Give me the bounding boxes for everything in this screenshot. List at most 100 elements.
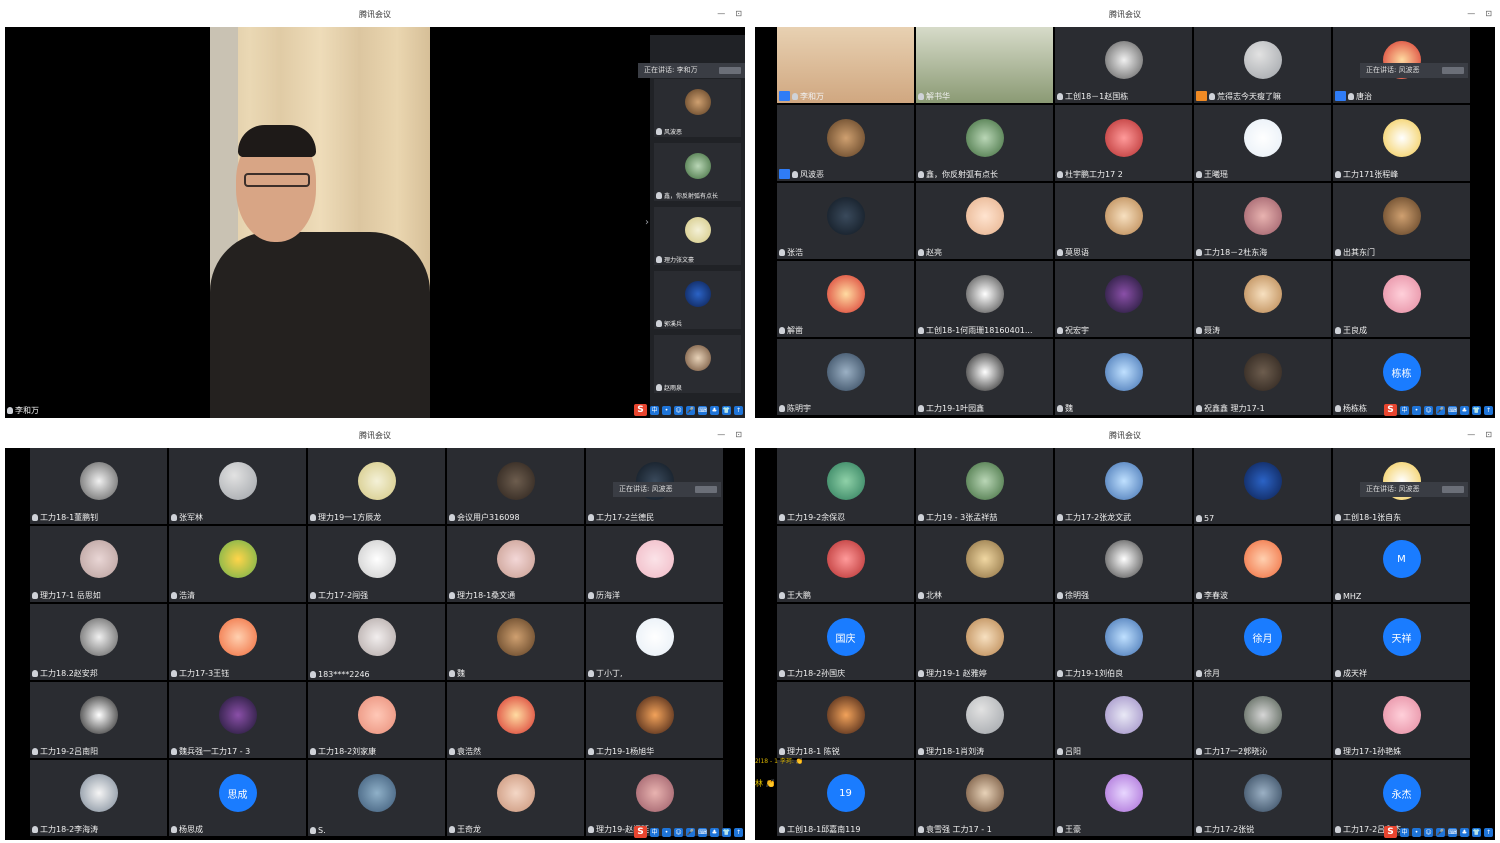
participant-tile[interactable]: 魏兵强一工力17 - 3 xyxy=(169,682,306,758)
participant-tile[interactable]: 风波恶 xyxy=(777,105,914,181)
participant-tile[interactable]: 张军林 xyxy=(169,448,306,524)
participant-tile[interactable]: 李春波 xyxy=(1194,526,1331,602)
participant-tile[interactable]: 工力19-1杨旭华 xyxy=(586,682,723,758)
participant-tile[interactable]: 工创18-1何雨珊18160401... xyxy=(916,261,1053,337)
participant-tile[interactable]: 魏 xyxy=(447,604,584,680)
ime-toolbar[interactable]: S 中 • ☺ 🎤 ⌨ ♣ 👕 ↑ xyxy=(1384,825,1493,839)
participant-tile[interactable]: 袁雪强 工力17 - 1 xyxy=(916,760,1053,836)
maximize-button[interactable]: ⊡ xyxy=(1485,9,1492,18)
participant-tile[interactable]: 理力18-1桑文通 xyxy=(447,526,584,602)
participant-tile[interactable]: 王大鹏 xyxy=(777,526,914,602)
participant-tile[interactable]: 183****2246 xyxy=(308,604,445,680)
participant-tile[interactable]: 工力19-2余保忍 xyxy=(777,448,914,524)
participant-tile[interactable]: 鑫，你反射弧有点长 xyxy=(916,105,1053,181)
participant-tile[interactable]: 杜宇鹏工力17 2 xyxy=(1055,105,1192,181)
participant-tile[interactable]: 工力17-2闯强 xyxy=(308,526,445,602)
participant-tile[interactable]: 解凿 xyxy=(777,261,914,337)
participant-avatar xyxy=(684,217,711,243)
participant-tile[interactable]: 袁浩然 xyxy=(447,682,584,758)
participant-tile[interactable]: 王良成 xyxy=(1333,261,1470,337)
participant-tile[interactable]: 出其东门 xyxy=(1333,183,1470,259)
participant-tile[interactable]: 19 工创18-1邱嘉南119 xyxy=(777,760,914,836)
participant-tile[interactable]: 理力19一1方辰龙 xyxy=(308,448,445,524)
participant-name: 理力19一1方辰龙 xyxy=(310,512,381,523)
participant-tile[interactable]: 57 xyxy=(1194,448,1331,524)
participant-avatar: 天祥 xyxy=(1382,618,1421,656)
mic-icon xyxy=(1209,93,1215,100)
minimize-button[interactable]: — xyxy=(1467,430,1475,439)
participant-tile[interactable]: 陈明宇 xyxy=(777,339,914,415)
participant-tile[interactable]: 祝鑫鑫 理力17-1 xyxy=(1194,339,1331,415)
participant-tile[interactable]: 会议用户316098 xyxy=(447,448,584,524)
participant-tile[interactable]: 工力18.2赵安邦 xyxy=(30,604,167,680)
participant-tile[interactable]: M MHZ xyxy=(1333,526,1470,602)
participant-tile[interactable]: 理力18-1 陈锐 xyxy=(777,682,914,758)
participant-tile[interactable]: 赵亮 xyxy=(916,183,1053,259)
minimize-button[interactable]: — xyxy=(717,430,725,439)
sidebar-participant-tile[interactable]: 郭溪兵 xyxy=(654,271,741,329)
participant-tile[interactable]: 工力17-2张龙文武 xyxy=(1055,448,1192,524)
participant-name: 工力18-2孙国庆 xyxy=(779,668,845,679)
maximize-button[interactable]: ⊡ xyxy=(735,430,742,439)
participant-tile[interactable]: 国庆 工力18-2孙国庆 xyxy=(777,604,914,680)
participant-tile[interactable]: 理力18-1肖刘涛 xyxy=(916,682,1053,758)
participant-name: 魏兵强一工力17 - 3 xyxy=(171,746,250,757)
participant-tile[interactable]: 祝宏宇 xyxy=(1055,261,1192,337)
participant-tile[interactable]: 工力18－2杜东海 xyxy=(1194,183,1331,259)
participant-tile[interactable]: 张浩 xyxy=(777,183,914,259)
participant-tile[interactable]: 理力17-1 岳思如 xyxy=(30,526,167,602)
participant-tile[interactable]: 聂涛 xyxy=(1194,261,1331,337)
participant-tile[interactable]: 工力19-2吕南阳 xyxy=(30,682,167,758)
chevron-right-icon[interactable]: › xyxy=(645,217,649,228)
ime-toolbar[interactable]: S 中 • ☺ 🎤 ⌨ ♣ 👕 ↑ xyxy=(634,825,743,839)
participant-name-label: 祝鑫鑫 理力17-1 xyxy=(1204,404,1265,413)
participant-tile[interactable]: 徐月 徐月 xyxy=(1194,604,1331,680)
participant-tile[interactable]: 工力18-1董鹏钊 xyxy=(30,448,167,524)
mic-icon xyxy=(171,826,177,833)
minimize-button[interactable]: — xyxy=(717,9,725,18)
participant-tile[interactable]: 荒得志今天瘦了嘛 xyxy=(1194,27,1331,103)
participant-tile[interactable]: 解书华 xyxy=(916,27,1053,103)
participant-tile[interactable]: 丁小丁, xyxy=(586,604,723,680)
participant-tile[interactable]: 工力19 - 3张孟祥喆 xyxy=(916,448,1053,524)
minimize-button[interactable]: — xyxy=(1467,9,1475,18)
participant-name-label: 工创18－1赵国栋 xyxy=(1065,92,1129,101)
participant-tile[interactable]: 工力17一2郭晓沁 xyxy=(1194,682,1331,758)
participant-tile[interactable]: 徐明强 xyxy=(1055,526,1192,602)
participant-tile[interactable]: 工力18-2刘家康 xyxy=(308,682,445,758)
participant-tile[interactable]: 工创18－1赵国栋 xyxy=(1055,27,1192,103)
participant-tile[interactable]: 工力18-2李海涛 xyxy=(30,760,167,836)
participant-tile[interactable]: 工力19-1叶园鑫 xyxy=(916,339,1053,415)
participant-tile[interactable]: 吕阳 xyxy=(1055,682,1192,758)
maximize-button[interactable]: ⊡ xyxy=(1485,430,1492,439)
sidebar-participant-tile[interactable]: 理力张文豪 xyxy=(654,207,741,265)
participant-tile[interactable]: 北林 xyxy=(916,526,1053,602)
sidebar-participant-tile[interactable]: 赵雨泉 xyxy=(654,335,741,393)
participant-tile[interactable]: 魏 xyxy=(1055,339,1192,415)
participant-tile[interactable]: 天祥 成天祥 xyxy=(1333,604,1470,680)
sidebar-participant-tile[interactable]: 鑫，你反射弧有点长 xyxy=(654,143,741,201)
participant-tile[interactable]: 莫思语 xyxy=(1055,183,1192,259)
participant-tile[interactable]: 工力17-2张锐 xyxy=(1194,760,1331,836)
participant-tile[interactable]: S. xyxy=(308,760,445,836)
participant-tile[interactable]: 理力17-1孙艳姝 xyxy=(1333,682,1470,758)
participant-tile[interactable]: 王曦瑶 xyxy=(1194,105,1331,181)
participant-tile[interactable]: 李和万 xyxy=(777,27,914,103)
participant-tile[interactable]: 历海洋 xyxy=(586,526,723,602)
participant-tile[interactable]: 思成 杨思成 xyxy=(169,760,306,836)
participant-tile[interactable]: 工力17-3王钰 xyxy=(169,604,306,680)
ime-toolbar[interactable]: S 中 • ☺ 🎤 ⌨ ♣ 👕 ↑ xyxy=(634,403,743,417)
participant-name-label: S. xyxy=(318,826,326,835)
maximize-button[interactable]: ⊡ xyxy=(735,9,742,18)
speaker-video[interactable] xyxy=(210,27,430,418)
participant-name: 杨栋栋 xyxy=(1335,403,1367,414)
participant-tile[interactable]: 工力19-1刘伯良 xyxy=(1055,604,1192,680)
participant-tile[interactable]: 理力19-1 赵雅婷 xyxy=(916,604,1053,680)
participant-name-label: 工力18-2孙国庆 xyxy=(787,669,846,678)
participant-tile[interactable]: 王豪 xyxy=(1055,760,1192,836)
ime-toolbar[interactable]: S 中 • ☺ 🎤 ⌨ ♣ 👕 ↑ xyxy=(1384,403,1493,417)
participant-tile[interactable]: 浩清 xyxy=(169,526,306,602)
participant-tile[interactable]: 王奇龙 xyxy=(447,760,584,836)
participant-tile[interactable]: 工力171张程峰 xyxy=(1333,105,1470,181)
sidebar-participant-tile[interactable]: 风波恶 xyxy=(654,79,741,137)
